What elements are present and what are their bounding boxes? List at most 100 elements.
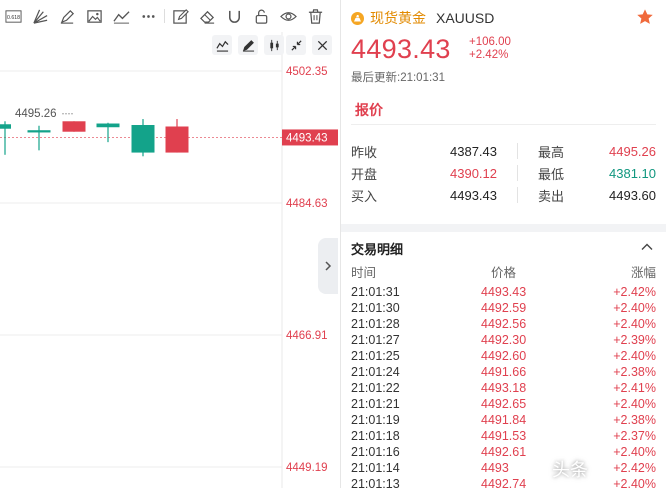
quote-row: 昨收 4387.43 最高 4495.26	[351, 140, 657, 162]
trade-time: 21:01:16	[351, 445, 400, 459]
trade-time: 21:01:24	[351, 365, 400, 379]
trade-row: 21:01:30 4492.59 +2.40%	[351, 300, 656, 316]
y-tick-label: 4502.35	[286, 66, 328, 78]
tab-quote[interactable]: 报价	[355, 100, 383, 120]
trade-time: 21:01:28	[351, 317, 400, 331]
trade-change: +2.40%	[613, 301, 656, 315]
brush-icon[interactable]	[54, 0, 81, 32]
price-change: +106.00 +2.42%	[469, 36, 511, 62]
quote-divider	[517, 165, 518, 181]
trade-price: 4491.66	[481, 365, 527, 379]
quote-label: 开盘	[351, 166, 378, 182]
trade-change: +2.40%	[613, 317, 656, 331]
trade-price: 4493.18	[481, 381, 527, 395]
quote-value: 4387.43	[450, 143, 497, 159]
note-icon[interactable]	[167, 0, 194, 32]
quote-grid: 昨收 4387.43 最高 4495.26 开盘 4390.12 最低 4381.10 买入 44…	[351, 140, 657, 206]
indicator-icon[interactable]	[212, 35, 232, 55]
trade-change: +2.38%	[613, 365, 656, 379]
trade-change: +2.39%	[613, 333, 656, 347]
trades-header: 时间 价格 涨幅	[351, 262, 656, 281]
trend-icon[interactable]	[108, 0, 135, 32]
quote-label: 最低	[538, 166, 565, 182]
trade-price: 4492.65	[481, 397, 527, 411]
trade-time: 21:01:13	[351, 477, 400, 488]
header-time: 时间	[351, 266, 377, 280]
quote-value: 4495.26	[609, 143, 656, 159]
app-root: 0.618 4502.35 4484.63 4466.91 4449.19 44…	[0, 0, 666, 488]
gold-icon	[351, 11, 364, 25]
trade-time: 21:01:27	[351, 333, 400, 347]
trade-row: 21:01:27 4492.30 +2.39%	[351, 332, 656, 348]
trade-change: +2.40%	[613, 397, 656, 411]
quote-panel: 现货黄金 XAUUSD 4493.43 +106.00 +2.42% 最后更新:…	[340, 0, 666, 488]
trade-row: 21:01:21 4492.65 +2.40%	[351, 396, 656, 412]
trade-row: 21:01:28 4492.56 +2.40%	[351, 316, 656, 332]
draw-icon[interactable]	[238, 35, 258, 55]
trade-price: 4491.84	[481, 413, 527, 427]
trade-row: 21:01:22 4493.18 +2.41%	[351, 380, 656, 396]
candle-body	[165, 126, 189, 153]
trade-change: +2.38%	[613, 413, 656, 427]
quote-row: 买入 4493.43 卖出 4493.60	[351, 184, 657, 206]
close-icon[interactable]	[312, 35, 332, 55]
last-update: 最后更新:21:01:31	[351, 72, 445, 84]
header-change: 涨幅	[630, 266, 656, 280]
trade-change: +2.41%	[613, 381, 656, 395]
y-tick-label: 4484.63	[286, 198, 328, 210]
quote-label: 最高	[538, 144, 565, 160]
y-tick-label: 4449.19	[286, 462, 328, 474]
trade-price: 4492.56	[481, 317, 527, 331]
candle-body	[27, 130, 51, 133]
trade-row: 21:01:19 4491.84 +2.38%	[351, 412, 656, 428]
current-price-label: 4493.43	[286, 132, 328, 144]
chart-toolbar	[212, 35, 284, 55]
kline-chart[interactable]: 4502.35 4484.63 4466.91 4449.19 4493.43 4495.…	[0, 32, 338, 488]
trade-time: 21:01:19	[351, 413, 400, 427]
trade-row: 21:01:31 4493.43 +2.42%	[351, 284, 656, 300]
more-icon[interactable]	[135, 0, 162, 32]
expand-panel-tab[interactable]	[318, 238, 338, 294]
chevron-up-icon[interactable]	[640, 240, 654, 254]
high-marker-label: 4495.26	[15, 108, 57, 120]
quote-label: 卖出	[538, 188, 565, 204]
image-icon[interactable]	[81, 0, 108, 32]
magnet-icon[interactable]	[221, 0, 248, 32]
candle-type-icon[interactable]	[264, 35, 284, 55]
change-value: +106.00	[469, 36, 511, 48]
favorite-star-icon[interactable]	[636, 8, 654, 26]
tab-underline	[351, 124, 656, 125]
section-divider	[341, 224, 666, 232]
watermark: 头条	[552, 460, 588, 480]
eye-icon[interactable]	[275, 0, 302, 32]
chart-window-controls	[286, 35, 332, 55]
toolbar-divider	[164, 9, 165, 23]
collapse-icon[interactable]	[286, 35, 306, 55]
trash-icon[interactable]	[302, 0, 329, 32]
trade-time: 21:01:30	[351, 301, 400, 315]
trade-price: 4493.43	[481, 285, 527, 299]
candle-body	[96, 123, 120, 128]
lock-icon[interactable]	[248, 0, 275, 32]
trade-time: 21:01:14	[351, 461, 400, 475]
quote-divider	[517, 187, 518, 203]
quote-divider	[517, 143, 518, 159]
chevron-right-icon	[325, 261, 332, 271]
kline-chart-area[interactable]: 4502.35 4484.63 4466.91 4449.19 4493.43 4495.…	[0, 32, 338, 488]
trade-price: 4492.30	[481, 333, 527, 347]
trade-row: 21:01:24 4491.66 +2.38%	[351, 364, 656, 380]
y-tick-label: 4466.91	[286, 330, 328, 342]
quote-value: 4390.12	[450, 165, 497, 181]
quote-label: 买入	[351, 188, 378, 204]
instrument-name: 现货黄金	[370, 10, 426, 26]
fib-icon[interactable]: 0.618	[0, 0, 27, 32]
trade-price: 4492.59	[481, 301, 527, 315]
eraser-icon[interactable]	[194, 0, 221, 32]
candle-body	[62, 121, 86, 132]
change-percent: +2.42%	[469, 49, 509, 61]
fan-icon[interactable]	[27, 0, 54, 32]
quote-value: 4381.10	[609, 165, 656, 181]
last-price: 4493.43	[351, 34, 451, 64]
trade-price: 4492.60	[481, 349, 527, 363]
instrument-symbol: XAUUSD	[436, 10, 495, 26]
